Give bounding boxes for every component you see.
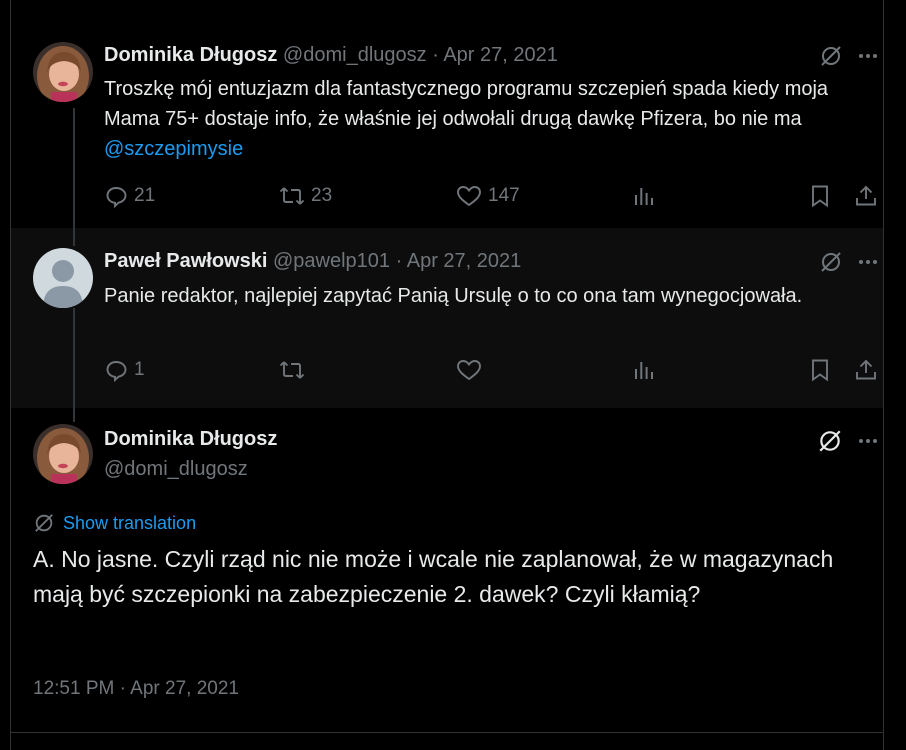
- bookmark-icon: [812, 185, 828, 208]
- reply-count: 21: [134, 185, 156, 206]
- bookmark-button[interactable]: [809, 184, 831, 208]
- main-tweet: Dominika Długosz @domi_dlugosz Show tran…: [11, 408, 883, 732]
- tweet-text-body: Troszkę mój entuzjazm dla fantastycznego…: [104, 78, 829, 130]
- author-handle[interactable]: @domi_dlugosz: [104, 458, 248, 481]
- tweet-text: Troszkę mój entuzjazm dla fantastycznego…: [104, 74, 874, 164]
- like-icon: [457, 186, 481, 207]
- views-button[interactable]: [632, 184, 656, 208]
- thread-line-top: [73, 408, 75, 422]
- grok-icon[interactable]: [819, 250, 843, 274]
- views-icon: [635, 188, 653, 205]
- author-name[interactable]: Paweł Pawłowski: [104, 250, 267, 272]
- action-bar: 21 23 147: [104, 184, 882, 214]
- tweet-text: Panie redaktor, najlepiej zapytać Panią …: [104, 285, 803, 307]
- author-handle[interactable]: @pawelp101: [273, 250, 390, 272]
- share-button[interactable]: [854, 184, 878, 208]
- share-button[interactable]: [854, 358, 878, 382]
- tweet-2[interactable]: Paweł Pawłowski @pawelp101 · Apr 27, 202…: [11, 228, 883, 408]
- author-name[interactable]: Dominika Długosz: [104, 44, 277, 66]
- author-name[interactable]: Dominika Długosz: [104, 428, 277, 451]
- retweet-icon: [279, 361, 305, 379]
- like-count: 147: [488, 185, 520, 206]
- separator: ·: [432, 44, 439, 66]
- avatar[interactable]: [33, 424, 93, 484]
- action-bar: 1: [104, 358, 882, 388]
- bookmark-button[interactable]: [809, 358, 831, 382]
- retweet-count: 23: [311, 185, 333, 206]
- grok-icon[interactable]: [819, 44, 843, 68]
- author-handle[interactable]: @domi_dlugosz: [283, 44, 427, 66]
- translate-icon: [35, 514, 53, 532]
- views-icon: [635, 362, 653, 379]
- tweet-1[interactable]: Dominika Długosz @domi_dlugosz · Apr 27,…: [11, 28, 883, 228]
- retweet-button[interactable]: 23: [279, 184, 332, 208]
- reply-button[interactable]: 1: [104, 358, 145, 382]
- thread-line-top: [73, 228, 75, 246]
- thread-line: [73, 308, 75, 408]
- tweet-timestamp[interactable]: 12:51 PM · Apr 27, 2021: [33, 678, 239, 700]
- bottom-divider: [10, 732, 884, 733]
- grok-icon[interactable]: [817, 428, 843, 454]
- mention-link[interactable]: @szczepimysie: [104, 138, 243, 160]
- reply-count: 1: [134, 359, 145, 380]
- right-border: [883, 0, 884, 750]
- retweet-icon: [279, 187, 305, 205]
- share-icon: [856, 185, 876, 206]
- main-tweet-text: A. No jasne. Czyli rząd nic nie może i w…: [33, 546, 834, 607]
- reply-icon: [106, 187, 127, 208]
- more-icon[interactable]: [857, 45, 879, 67]
- views-button[interactable]: [632, 358, 656, 382]
- like-icon: [457, 360, 481, 381]
- tweet-date[interactable]: Apr 27, 2021: [443, 44, 558, 66]
- like-button[interactable]: 147: [456, 184, 520, 208]
- tweet-date[interactable]: Apr 27, 2021: [407, 250, 522, 272]
- avatar[interactable]: [33, 42, 93, 102]
- separator: ·: [395, 250, 403, 272]
- thread-line: [73, 108, 75, 228]
- reply-icon: [106, 361, 127, 382]
- show-translation-label[interactable]: Show translation: [63, 513, 196, 534]
- retweet-button[interactable]: [279, 358, 305, 382]
- like-button[interactable]: [456, 358, 482, 382]
- more-icon[interactable]: [857, 251, 879, 273]
- show-translation-link[interactable]: Show translation: [33, 512, 196, 534]
- more-icon[interactable]: [857, 430, 879, 452]
- share-icon: [856, 359, 876, 380]
- reply-button[interactable]: 21: [104, 184, 155, 208]
- avatar[interactable]: [33, 248, 93, 308]
- bookmark-icon: [812, 359, 828, 382]
